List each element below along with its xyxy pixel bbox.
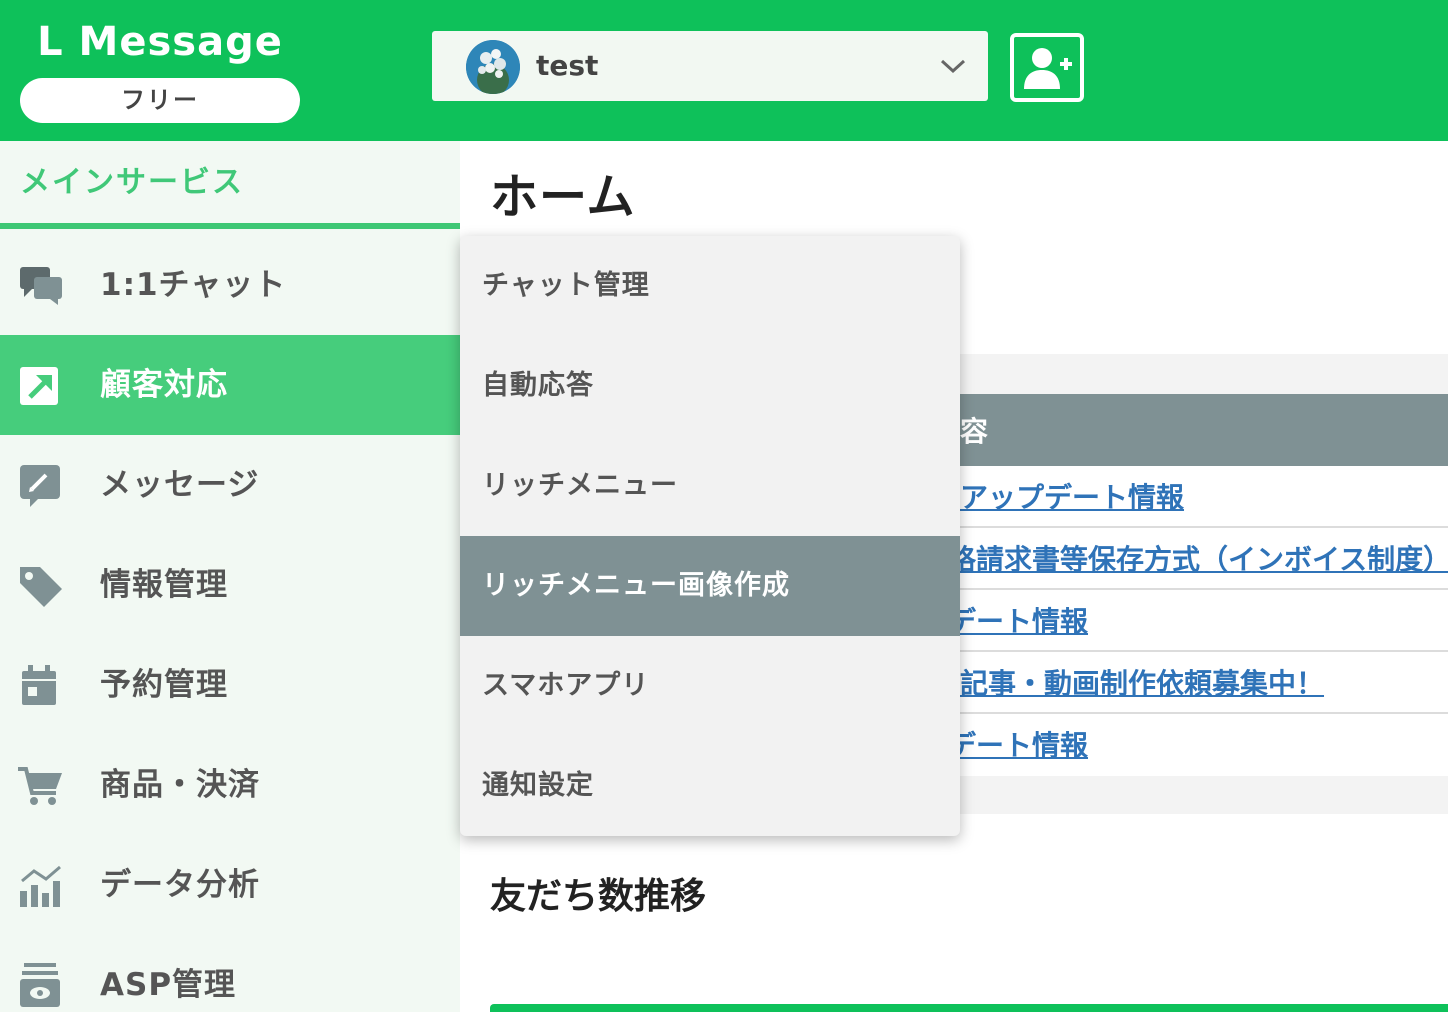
- sidebar-item-info[interactable]: 情報管理: [0, 535, 460, 635]
- sidebar-item-reservation[interactable]: 予約管理: [0, 635, 460, 735]
- sidebar-item-message[interactable]: メッセージ: [0, 435, 460, 535]
- menu-item-rich-menu[interactable]: リッチメニュー: [460, 436, 960, 536]
- external-link-icon: [20, 367, 58, 405]
- menu-item-rich-menu-image[interactable]: リッチメニュー画像作成: [460, 536, 960, 636]
- account-avatar: [466, 40, 520, 94]
- sidebar-item-chat[interactable]: 1:1チャット: [0, 235, 460, 335]
- sidebar: メインサービス 1:1チャット 顧客対応 メッセージ 情報管理 予約管理 商品・…: [0, 141, 460, 1012]
- brand-title: L Message: [37, 19, 283, 65]
- sidebar-item-label: ASP管理: [100, 967, 237, 1003]
- sidebar-item-label: 1:1チャット: [100, 267, 287, 303]
- sidebar-item-label: 商品・決済: [100, 767, 260, 803]
- news-link[interactable]: デート情報: [948, 600, 1088, 640]
- news-header-label: 容: [960, 415, 989, 448]
- calendar-icon: [22, 665, 56, 705]
- asp-icon: [20, 963, 60, 1007]
- add-user-button[interactable]: [1010, 33, 1084, 102]
- account-selector[interactable]: test: [432, 31, 988, 101]
- chat-bubbles-icon: [20, 267, 62, 305]
- sidebar-item-label: メッセージ: [100, 467, 260, 503]
- sidebar-item-label: データ分析: [100, 867, 260, 903]
- news-link[interactable]: 格請求書等保存方式（インボイス制度）に: [948, 538, 1448, 578]
- brand: L Message: [20, 18, 300, 66]
- sidebar-item-products[interactable]: 商品・決済: [0, 735, 460, 835]
- sidebar-item-label: 情報管理: [100, 567, 228, 603]
- sidebar-item-asp[interactable]: ASP管理: [0, 935, 460, 1012]
- menu-item-chat-management[interactable]: チャット管理: [460, 236, 960, 336]
- plan-badge: フリー: [20, 78, 300, 123]
- menu-item-auto-reply[interactable]: 自動応答: [460, 336, 960, 436]
- news-link[interactable]: デート情報: [948, 724, 1088, 764]
- sidebar-item-label: 顧客対応: [100, 367, 228, 403]
- account-name: test: [536, 49, 599, 82]
- sidebar-item-analytics[interactable]: データ分析: [0, 835, 460, 935]
- friends-trend-title: 友だち数推移: [490, 876, 707, 917]
- edit-message-icon: [20, 465, 60, 507]
- tag-icon: [20, 567, 62, 607]
- add-user-icon: [1024, 47, 1072, 89]
- news-link[interactable]: 記事・動画制作依頼募集中！: [960, 662, 1324, 702]
- analytics-icon: [20, 865, 61, 907]
- sidebar-section-title: メインサービス: [0, 141, 460, 229]
- news-link[interactable]: アップデート情報: [960, 476, 1184, 516]
- sidebar-item-label: 予約管理: [100, 667, 228, 703]
- customer-support-menu: チャット管理 自動応答 リッチメニュー リッチメニュー画像作成 スマホアプリ 通…: [460, 236, 960, 836]
- cart-icon: [18, 767, 62, 805]
- top-header: L Message フリー test: [0, 0, 1448, 141]
- menu-item-notification-settings[interactable]: 通知設定: [460, 736, 960, 836]
- menu-item-smartphone-app[interactable]: スマホアプリ: [460, 636, 960, 736]
- chart-top-border: [490, 1004, 1448, 1012]
- sidebar-item-customer[interactable]: 顧客対応: [0, 335, 460, 435]
- page-title: ホーム: [490, 169, 636, 225]
- chevron-down-icon: [940, 59, 966, 74]
